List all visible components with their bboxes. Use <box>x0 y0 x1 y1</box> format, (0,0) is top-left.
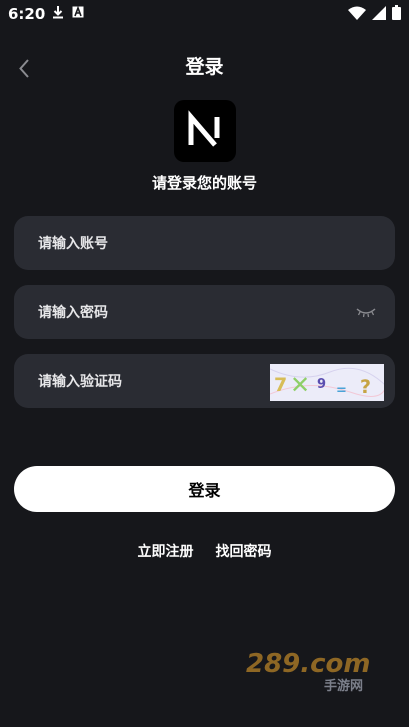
battery-icon <box>392 5 401 20</box>
captcha-field: 7 ✕ 9 = ? <box>14 354 395 410</box>
watermark-logo: 289.com 手游网 <box>244 646 394 694</box>
app-badge-icon <box>72 6 84 18</box>
eye-closed-icon <box>356 308 376 318</box>
account-field <box>14 216 395 272</box>
password-input[interactable] <box>36 285 280 341</box>
captcha-char: = <box>336 383 347 398</box>
watermark-brand: 289.com <box>246 649 371 679</box>
wifi-icon <box>348 6 366 20</box>
captcha-char: 9 <box>317 377 326 392</box>
n-logo-icon <box>188 110 220 147</box>
captcha-input[interactable] <box>36 354 250 410</box>
auth-links: 立即注册 找回密码 <box>0 541 409 561</box>
password-field <box>14 285 395 341</box>
password-visibility-toggle[interactable] <box>355 303 377 321</box>
register-link[interactable]: 立即注册 <box>138 541 194 561</box>
login-subtitle: 请登录您的账号 <box>151 174 257 192</box>
captcha-image[interactable]: 7 ✕ 9 = ? <box>270 364 384 401</box>
page-title: 登录 <box>185 56 224 78</box>
captcha-char: ✕ <box>290 371 310 399</box>
app-logo <box>174 100 236 162</box>
captcha-char: 7 <box>274 374 287 396</box>
captcha-char: ? <box>360 376 371 398</box>
login-button[interactable]: 登录 <box>14 466 395 512</box>
watermark-subtext: 手游网 <box>324 678 363 692</box>
forgot-password-link[interactable]: 找回密码 <box>216 541 272 561</box>
cellular-icon <box>372 5 386 20</box>
download-icon <box>53 6 63 19</box>
nav-bar: 登录 <box>0 44 409 84</box>
status-bar: 6:20 <box>0 0 409 28</box>
account-input[interactable] <box>36 216 280 272</box>
status-time: 6:20 <box>8 5 46 23</box>
